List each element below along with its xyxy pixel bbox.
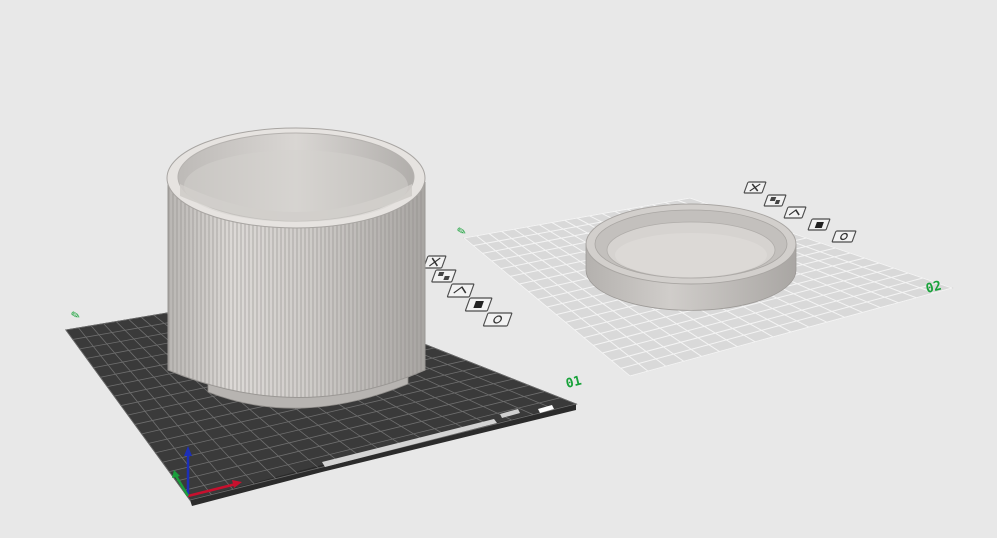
- plate-01-orient-icon[interactable]: [446, 283, 475, 298]
- 3d-viewport[interactable]: 02 ✎ 01 ✎: [0, 0, 997, 538]
- scene-canvas[interactable]: 02 ✎ 01 ✎: [0, 0, 997, 538]
- plate-02-tag-icon[interactable]: ✎: [456, 224, 468, 239]
- plate-02-arrange-icon[interactable]: [763, 194, 787, 207]
- plate-01-lock-icon[interactable]: [464, 297, 493, 312]
- plate-01-tag-icon[interactable]: ✎: [70, 308, 82, 323]
- plate-01[interactable]: 01 ✎: [65, 127, 583, 506]
- plate-02-orient-icon[interactable]: [783, 206, 807, 219]
- plate-02-delete-icon[interactable]: [743, 181, 767, 194]
- plate-01-settings-icon[interactable]: [482, 312, 513, 327]
- plate-02[interactable]: 02 ✎: [456, 181, 954, 377]
- plate-01-delete-icon[interactable]: [423, 255, 447, 269]
- plate-02-settings-icon[interactable]: [831, 230, 857, 243]
- lid-model[interactable]: [585, 203, 797, 311]
- plate-01-arrange-icon[interactable]: [431, 269, 457, 283]
- plate-02-lock-icon[interactable]: [807, 218, 831, 231]
- plate-01-number: 01: [564, 373, 583, 391]
- plate-02-number: 02: [924, 279, 943, 297]
